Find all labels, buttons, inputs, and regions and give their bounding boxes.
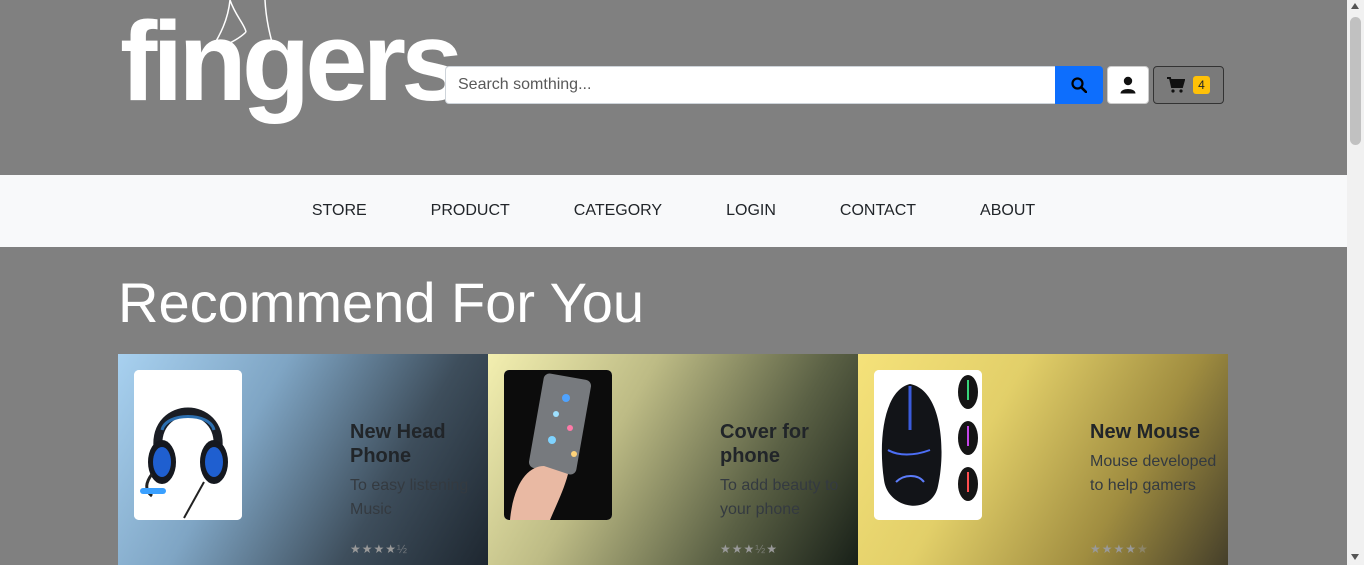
phone-cover-image[interactable] <box>504 370 612 520</box>
headphone-image[interactable] <box>134 370 242 520</box>
logo[interactable]: fingers <box>118 0 463 140</box>
gaming-mouse-image[interactable] <box>874 370 982 520</box>
search-button[interactable] <box>1055 66 1103 104</box>
product-card-phone-cover[interactable]: Cover for phone To add beauty to your ph… <box>488 354 858 565</box>
nav-category[interactable]: CATEGORY <box>542 202 694 220</box>
product-card-mouse[interactable]: New Mouse Mouse developed to help gamers… <box>858 354 1228 565</box>
card-title: New Head Phone <box>350 421 446 467</box>
scrollbar-thumb[interactable] <box>1350 17 1361 145</box>
cart-icon <box>1167 77 1186 93</box>
nav-store[interactable]: STORE <box>280 202 399 220</box>
card-description: Mouse developed to help gamers <box>1090 453 1217 494</box>
card-description: To easy listening Music <box>350 477 469 518</box>
nav-product[interactable]: PRODUCT <box>399 202 542 220</box>
cart-count-badge: 4 <box>1193 76 1210 94</box>
scroll-up-arrow-icon[interactable] <box>1351 3 1359 9</box>
card-description: To add beauty to your phone <box>720 477 839 518</box>
search-input[interactable] <box>445 66 1055 104</box>
rating-stars: ★★★★½ <box>350 542 409 556</box>
card-title: Cover for phone <box>720 421 809 467</box>
account-button[interactable] <box>1107 66 1149 104</box>
product-card-headphone[interactable]: New Head Phone To easy listening Music ★… <box>118 354 488 565</box>
search-icon <box>1071 77 1087 93</box>
header: fingers 4 <box>0 0 1347 175</box>
nav-login[interactable]: LOGIN <box>694 202 808 220</box>
nav-about[interactable]: ABOUT <box>948 202 1067 220</box>
section-title: Recommend For You <box>118 271 645 334</box>
rating-stars: ★★★★★ <box>1090 542 1149 556</box>
rating-stars: ★★★½★ <box>720 542 779 556</box>
page-scrollbar[interactable] <box>1347 0 1364 565</box>
scroll-down-arrow-icon[interactable] <box>1351 554 1359 560</box>
logo-text: fingers <box>120 0 463 124</box>
nav-contact[interactable]: CONTACT <box>808 202 948 220</box>
main-navbar: STORE PRODUCT CATEGORY LOGIN CONTACT ABO… <box>0 175 1347 247</box>
user-icon <box>1120 76 1136 94</box>
search-bar <box>445 66 1103 104</box>
card-title: New Mouse <box>1090 421 1201 443</box>
cart-button[interactable]: 4 <box>1153 66 1224 104</box>
